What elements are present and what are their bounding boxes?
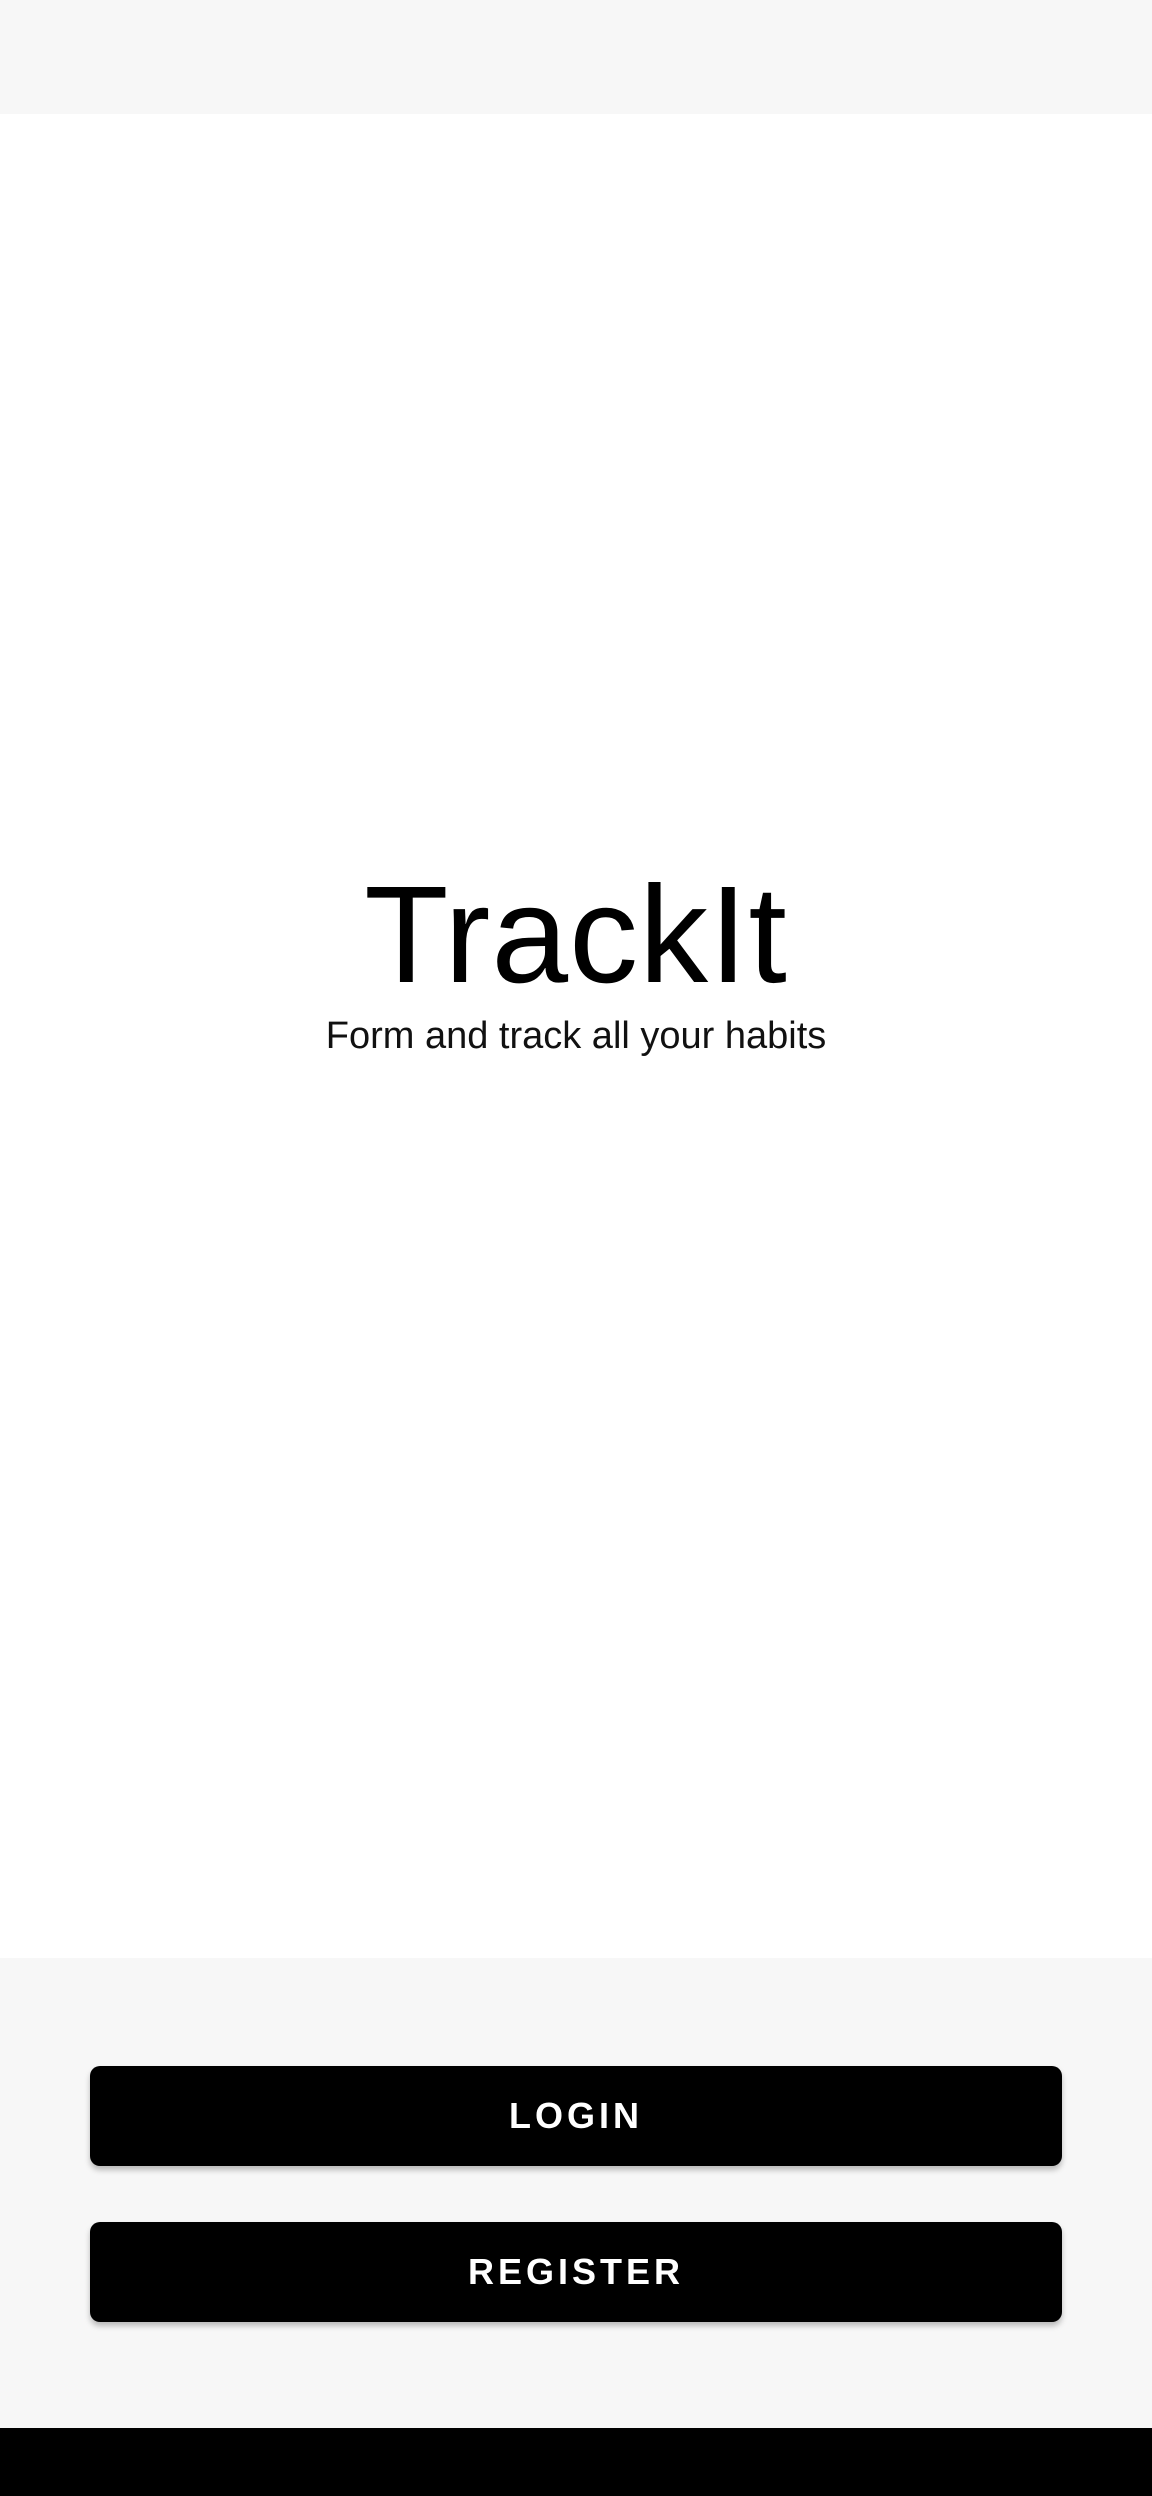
register-button[interactable]: REGISTER [90, 2222, 1062, 2322]
auth-actions-panel: LOGIN REGISTER [0, 1958, 1152, 2428]
login-button[interactable]: LOGIN [90, 2066, 1062, 2166]
system-navigation-bar [0, 2428, 1152, 2496]
app-screen: TrackIt Form and track all your habits L… [0, 0, 1152, 2496]
app-tagline: Form and track all your habits [325, 1015, 827, 1057]
status-bar [0, 0, 1152, 114]
app-title: TrackIt [364, 858, 788, 1012]
